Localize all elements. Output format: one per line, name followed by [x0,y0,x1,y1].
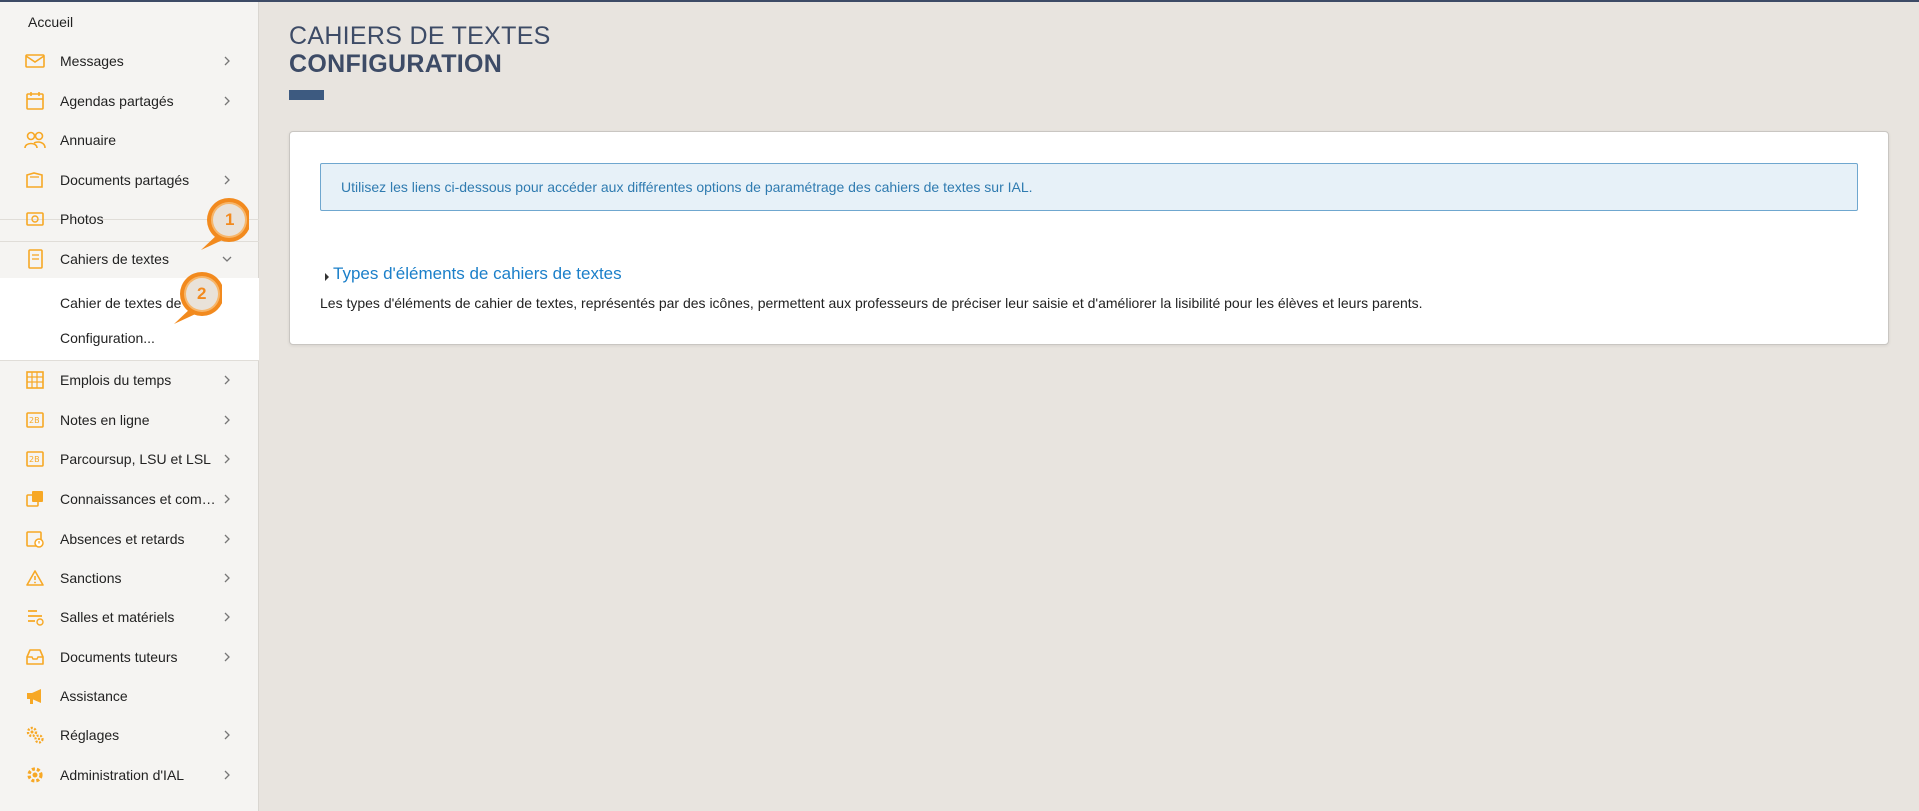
rooms-icon [24,606,46,628]
sidebar-item-label: Connaissances et compétences [60,491,220,507]
top-border [0,0,1919,2]
sidebar-item-label: Administration d'IAL [60,767,185,783]
sidebar-item-label: Assistance [60,688,128,704]
chevron-right-icon [220,610,234,624]
calendar-icon [24,90,46,112]
sidebar-item-label: Parcoursup, LSU et LSL [60,451,211,467]
sidebar-item-reglages[interactable]: Réglages [0,716,259,754]
timetable-icon [24,369,46,391]
folder-icon [24,169,46,191]
sidebar-item-agendas[interactable]: Agendas partagés [0,82,259,120]
sidebar-item-label: Sanctions [60,570,122,586]
sidebar-item-notes-en-ligne[interactable]: 2B Notes en ligne [0,401,259,439]
sidebar-item-label: Documents tuteurs [60,649,178,665]
sidebar-subitem-cahier[interactable]: Cahier de textes de [60,295,181,311]
callout-marker-2: 2 [174,269,230,324]
info-box: Utilisez les liens ci-dessous pour accéd… [320,163,1858,211]
chevron-right-icon [220,492,234,506]
chevron-right-icon [220,94,234,108]
sidebar-item-salles[interactable]: Salles et matériels [0,598,259,636]
sidebar-item-label: Cahiers de textes [60,251,169,267]
callout-number: 1 [225,210,235,229]
chevron-right-icon [220,54,234,68]
config-card: Utilisez les liens ci-dessous pour accéd… [289,131,1889,345]
megaphone-icon [24,685,46,707]
inbox-icon [24,646,46,668]
sidebar-item-label: Absences et retards [60,531,185,547]
chevron-right-icon [220,728,234,742]
sidebar-item-label: Emplois du temps [60,372,172,388]
sidebar-item-label: Photos [60,211,104,227]
skills-icon [24,488,46,510]
sidebar-item-assistance[interactable]: Assistance [0,677,259,715]
photos-icon [24,208,46,230]
sidebar-item-label: Messages [60,53,124,69]
report-icon: 2B [24,448,46,470]
callout-number: 2 [197,284,207,303]
sidebar-item-label: Notes en ligne [60,412,150,428]
chevron-right-icon [220,413,234,427]
notebook-icon [24,248,46,270]
chevron-right-icon [220,452,234,466]
absence-icon [24,528,46,550]
sidebar-item-label: Annuaire [60,132,117,148]
link-description: Les types d'éléments de cahier de textes… [320,295,1423,311]
info-text: Utilisez les liens ci-dessous pour accéd… [341,179,1033,195]
grades-icon: 2B [24,409,46,431]
svg-text:2B: 2B [29,416,40,425]
gear-icon [24,764,46,786]
page-subtitle: CONFIGURATION [289,50,503,78]
sidebar-item-sanctions[interactable]: Sanctions [0,559,259,597]
sidebar-item-emplois-du-temps[interactable]: Emplois du temps [0,361,259,399]
title-underline [289,90,324,100]
sidebar-item-label: Salles et matériels [60,609,175,625]
people-icon [24,129,46,151]
chevron-right-icon [220,173,234,187]
envelope-icon [24,50,46,72]
sidebar-item-absences[interactable]: Absences et retards [0,520,259,558]
gears-icon [24,724,46,746]
sidebar-item-administration[interactable]: Administration d'IAL [0,756,259,794]
sidebar-item-label: Agendas partagés [60,93,174,109]
nav-home-link[interactable]: Accueil [28,14,73,30]
sidebar-item-label: Réglages [60,727,120,743]
warning-icon [24,567,46,589]
chevron-right-icon [220,571,234,585]
chevron-right-icon [220,532,234,546]
chevron-down-icon [220,252,234,266]
chevron-right-icon [220,373,234,387]
sidebar-item-documents-partages[interactable]: Documents partagés [0,161,259,199]
sidebar: Accueil Messages Agendas partagés Annuai… [0,2,259,811]
page-title: CAHIERS DE TEXTES [289,22,551,50]
sidebar-item-annuaire[interactable]: Annuaire [0,121,259,159]
sidebar-subitem-configuration[interactable]: Configuration... [60,330,155,346]
sidebar-item-documents-tuteurs[interactable]: Documents tuteurs [0,638,259,676]
sidebar-item-messages[interactable]: Messages [0,42,259,80]
types-elements-link[interactable]: Types d'éléments de cahiers de textes [333,264,622,284]
chevron-right-icon [220,768,234,782]
sidebar-item-parcoursup[interactable]: 2B Parcoursup, LSU et LSL [0,440,259,478]
sidebar-item-connaissances[interactable]: Connaissances et compétences [0,480,259,518]
caret-right-icon [325,273,329,281]
callout-marker-1: 1 [201,195,257,250]
svg-text:2B: 2B [29,455,40,464]
sidebar-item-label: Documents partagés [60,172,190,188]
chevron-right-icon [220,650,234,664]
